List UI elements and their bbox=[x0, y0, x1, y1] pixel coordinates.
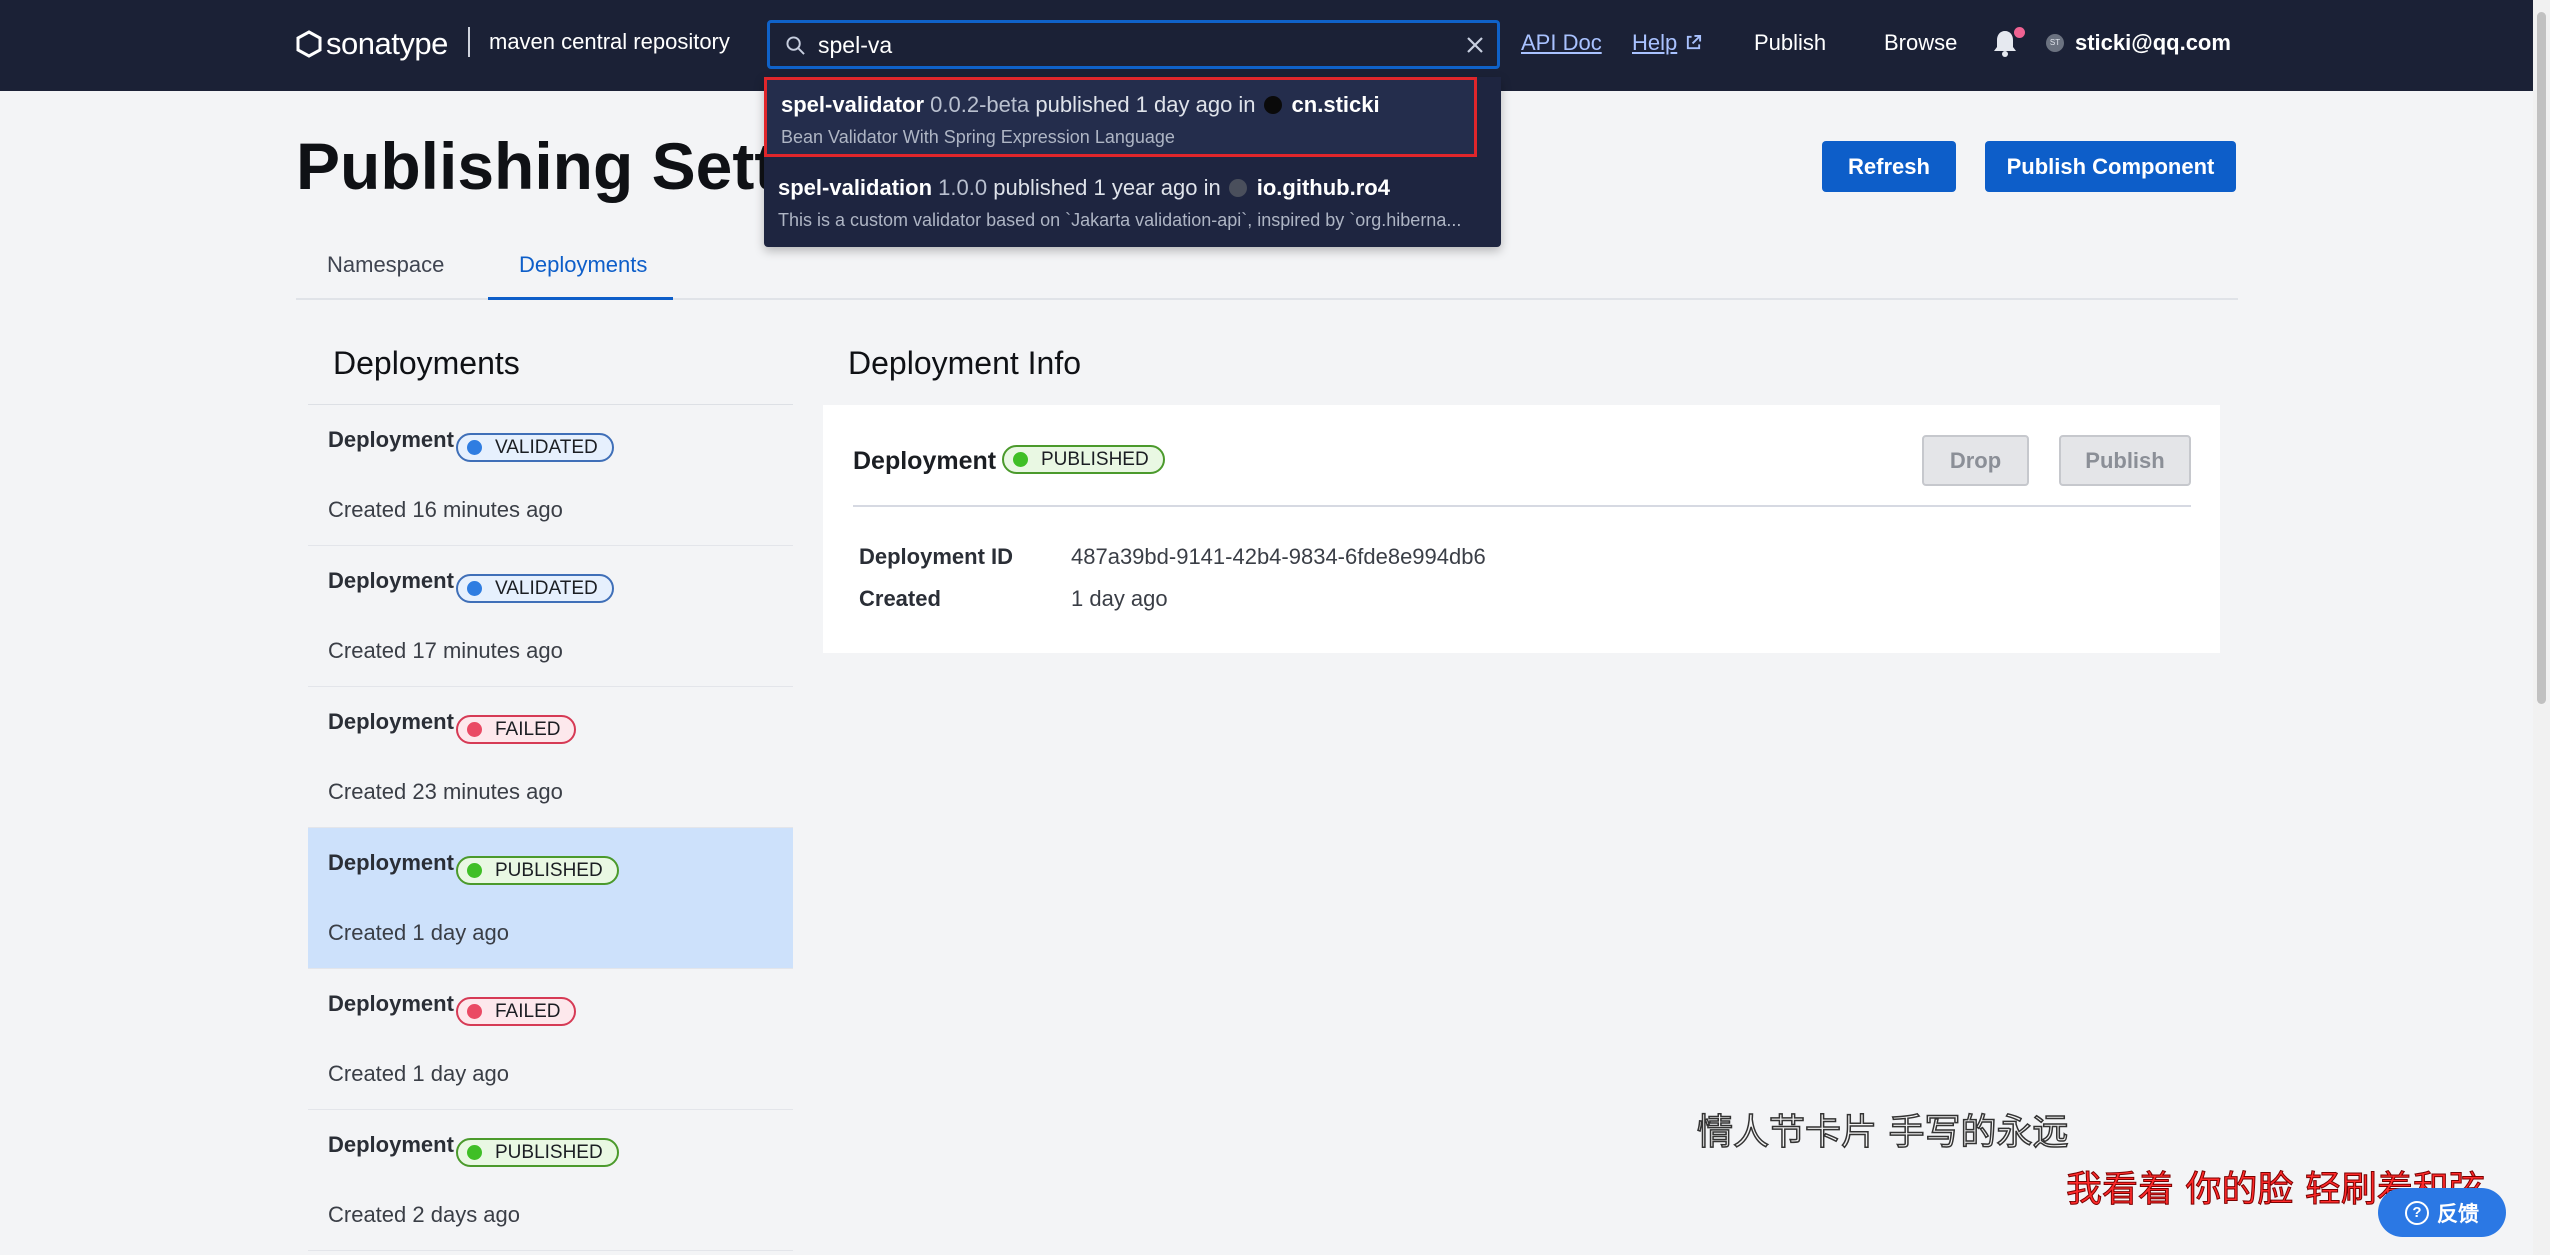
deployment-name: Deployment bbox=[328, 427, 454, 452]
status-badge: PUBLISHED bbox=[456, 856, 619, 885]
result-description: Bean Validator With Spring Expression La… bbox=[781, 127, 1175, 147]
deployment-created: Created 1 day ago bbox=[328, 920, 510, 945]
result-summary: spel-validation 1.0.0 published 1 year a… bbox=[778, 175, 1390, 201]
deployment-info-heading: Deployment Info bbox=[848, 345, 1082, 381]
status-badge-label: PUBLISHED bbox=[1041, 448, 1149, 470]
logo-divider bbox=[468, 27, 470, 57]
lyric-overlay-line-1: 情人节卡片 手写的永远 bbox=[1696, 1111, 2069, 1154]
result-namespace: io.github.ro4 bbox=[1256, 175, 1390, 200]
card-title: Deployment bbox=[853, 447, 997, 475]
scrollbar-thumb[interactable] bbox=[2537, 12, 2546, 704]
result-version: 0.0.2-beta bbox=[930, 92, 1030, 117]
result-artifact-name: spel-validation bbox=[778, 175, 933, 200]
namespace-avatar-icon bbox=[1263, 96, 1282, 114]
status-badge-label: PUBLISHED bbox=[495, 1141, 603, 1163]
result-summary: spel-validator 0.0.2-beta published 1 da… bbox=[781, 92, 1380, 118]
search-results-dropdown: spel-validator 0.0.2-beta published 1 da… bbox=[764, 77, 1501, 247]
search-box[interactable] bbox=[767, 20, 1500, 69]
status-badge: FAILED bbox=[456, 997, 577, 1026]
namespace-avatar-icon bbox=[1228, 179, 1247, 197]
deployment-name: Deployment bbox=[328, 568, 454, 593]
created-label: Created bbox=[859, 586, 941, 611]
result-namespace: cn.sticki bbox=[1291, 92, 1380, 117]
user-email[interactable]: sticki@qq.com bbox=[2075, 30, 2231, 56]
deployment-info-card: Deployment PUBLISHED Drop Publish Deploy… bbox=[823, 405, 2220, 653]
tab-deployments[interactable]: Deployments bbox=[519, 252, 647, 278]
search-icon bbox=[786, 36, 805, 55]
created-value: 1 day ago bbox=[1071, 586, 1168, 611]
divider bbox=[853, 505, 2191, 507]
deployment-id-label: Deployment ID bbox=[859, 544, 1014, 569]
deployment-name: Deployment bbox=[328, 709, 454, 734]
deployment-name: Deployment bbox=[328, 991, 454, 1016]
status-dot-icon bbox=[1013, 452, 1028, 467]
status-badge: PUBLISHED bbox=[456, 1138, 619, 1167]
status-badge: VALIDATED bbox=[456, 574, 614, 603]
feedback-label: 反馈 bbox=[2437, 1202, 2479, 1226]
help-link-label: Help bbox=[1632, 30, 1678, 55]
list-item[interactable]: Deployment FAILED Created 23 minutes ago bbox=[308, 687, 793, 828]
status-dot-icon bbox=[467, 1145, 482, 1160]
result-description: This is a custom validator based on `Jak… bbox=[778, 210, 1462, 230]
status-badge: VALIDATED bbox=[456, 433, 614, 462]
deployment-created: Created 1 day ago bbox=[328, 1061, 510, 1086]
question-icon: ? bbox=[2405, 1200, 2429, 1225]
help-link[interactable]: Help bbox=[1632, 30, 1702, 56]
feedback-button[interactable]: ? 反馈 bbox=[2378, 1188, 2506, 1237]
publish-button[interactable]: Publish bbox=[2059, 435, 2191, 486]
deployment-id-value: 487a39bd-9141-42b4-9834-6fde8e994db6 bbox=[1071, 544, 1486, 569]
status-badge-label: PUBLISHED bbox=[495, 859, 603, 881]
site-subtitle: maven central repository bbox=[489, 29, 730, 54]
status-badge: FAILED bbox=[456, 715, 577, 744]
result-published-text: published 1 year ago in bbox=[993, 175, 1221, 200]
tab-namespace[interactable]: Namespace bbox=[327, 252, 444, 278]
publish-component-button[interactable]: Publish Component bbox=[1985, 141, 2236, 192]
list-item[interactable]: Deployment PUBLISHED Created 2 days ago bbox=[308, 1110, 793, 1251]
deployment-created: Created 17 minutes ago bbox=[328, 638, 563, 663]
logo-text: sonatype bbox=[326, 26, 448, 61]
status-badge-label: FAILED bbox=[495, 1000, 561, 1022]
status-dot-icon bbox=[467, 440, 482, 455]
list-item[interactable]: Deployment FAILED Created 1 day ago bbox=[308, 969, 793, 1110]
status-dot-icon bbox=[467, 722, 482, 737]
refresh-button[interactable]: Refresh bbox=[1822, 141, 1956, 192]
deployment-created: Created 23 minutes ago bbox=[328, 779, 563, 804]
result-artifact-name: spel-validator bbox=[781, 92, 925, 117]
api-doc-link[interactable]: API Doc bbox=[1521, 30, 1602, 56]
result-version: 1.0.0 bbox=[938, 175, 988, 200]
status-badge-label: VALIDATED bbox=[495, 436, 598, 458]
browse-nav-item[interactable]: Browse bbox=[1884, 30, 1957, 56]
drop-button[interactable]: Drop bbox=[1922, 435, 2029, 486]
search-result-item[interactable]: spel-validator 0.0.2-beta published 1 da… bbox=[764, 77, 1477, 157]
settings-tabs: Namespace Deployments bbox=[296, 240, 2238, 300]
notification-dot bbox=[2014, 27, 2025, 38]
result-published-text: published 1 day ago in bbox=[1035, 92, 1256, 117]
status-badge-label: FAILED bbox=[495, 718, 561, 740]
status-dot-icon bbox=[467, 863, 482, 878]
status-badge: PUBLISHED bbox=[1002, 445, 1165, 474]
active-tab-indicator bbox=[488, 297, 673, 300]
list-item[interactable]: Deployment VALIDATED Created 17 minutes … bbox=[308, 546, 793, 687]
deployment-created: Created 2 days ago bbox=[328, 1202, 521, 1227]
deployment-created: Created 16 minutes ago bbox=[328, 497, 563, 522]
avatar[interactable]: ST bbox=[2046, 34, 2064, 52]
search-input[interactable] bbox=[818, 29, 1418, 61]
deployment-name: Deployment bbox=[328, 1132, 454, 1157]
list-item-selected[interactable]: Deployment PUBLISHED Created 1 day ago bbox=[308, 828, 793, 969]
sonatype-logo[interactable]: sonatype bbox=[296, 26, 448, 62]
list-item[interactable]: Deployment VALIDATED Created 16 minutes … bbox=[308, 405, 793, 546]
deployments-list: Deployment VALIDATED Created 16 minutes … bbox=[308, 405, 793, 1251]
status-dot-icon bbox=[467, 581, 482, 596]
close-icon[interactable] bbox=[1463, 33, 1487, 57]
status-dot-icon bbox=[467, 1004, 482, 1019]
deployments-heading: Deployments bbox=[333, 345, 520, 381]
deployment-name: Deployment bbox=[328, 850, 454, 875]
status-badge-label: VALIDATED bbox=[495, 577, 598, 599]
hexagon-logo-icon bbox=[296, 30, 322, 58]
search-result-item[interactable]: spel-validation 1.0.0 published 1 year a… bbox=[764, 163, 1501, 243]
external-link-icon bbox=[1687, 34, 1702, 50]
publish-nav-item[interactable]: Publish bbox=[1754, 30, 1826, 56]
